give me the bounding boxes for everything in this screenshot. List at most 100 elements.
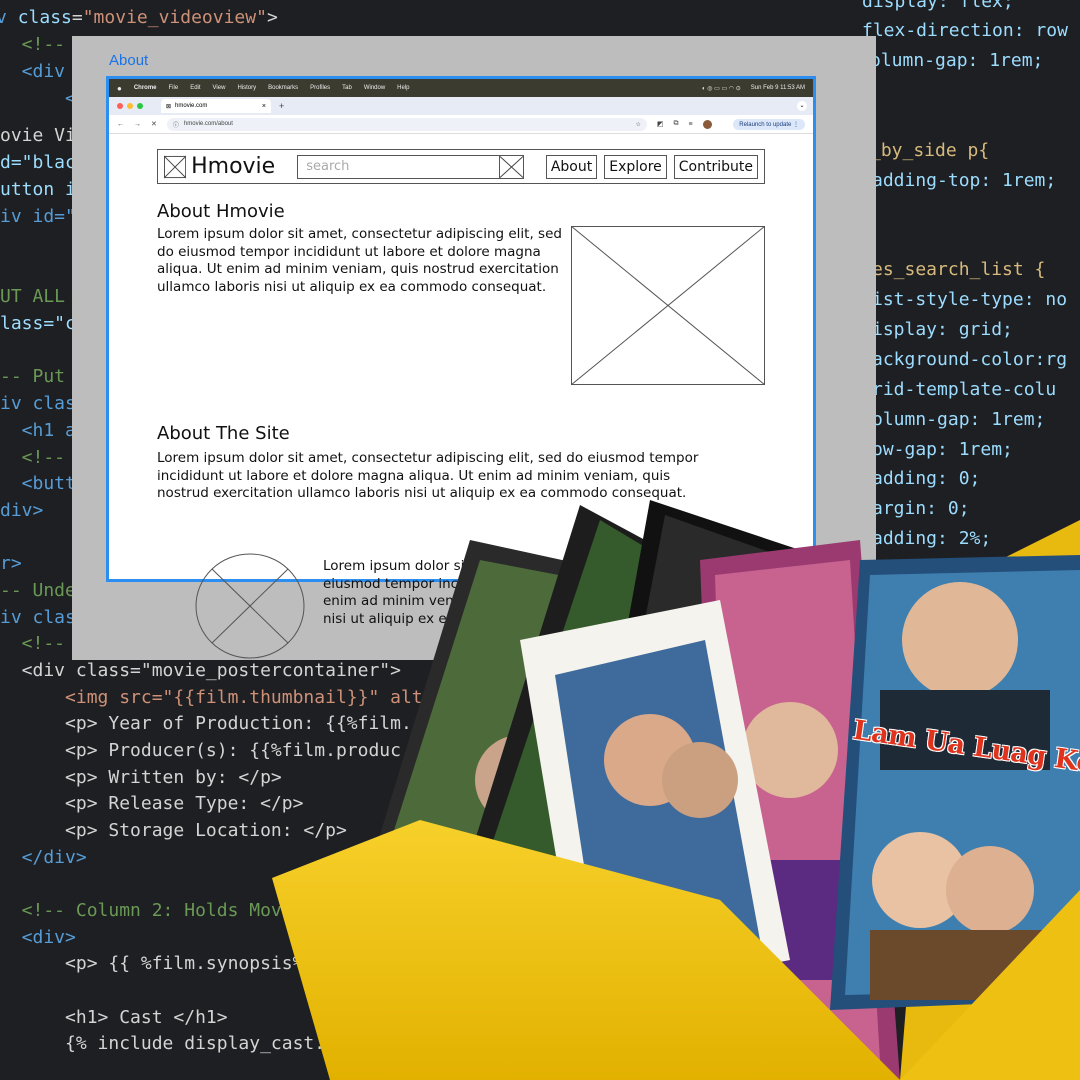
code-line: display: flex; xyxy=(862,0,1014,12)
envelope-back xyxy=(900,520,1080,1080)
code-line: iv id=" xyxy=(0,206,76,227)
tab-search-chevron-icon[interactable]: ⌄ xyxy=(797,101,807,111)
menubar-app-name[interactable]: Chrome xyxy=(134,85,157,91)
code-line: {% include display_cast.ht xyxy=(0,1033,347,1054)
poster-headline: Lam Ua Luag Kom Dhau xyxy=(851,714,1080,796)
envelope-flap xyxy=(900,890,1080,1080)
menu-file[interactable]: File xyxy=(169,85,179,91)
menu-view[interactable]: View xyxy=(213,85,226,91)
code-line: olumn-gap: 1rem; xyxy=(870,50,1044,71)
code-line: -- Put xyxy=(0,366,66,387)
code-line: adding: 0; xyxy=(872,468,981,489)
code-line: <!-- xyxy=(0,447,66,468)
section-title-about-site: About The Site xyxy=(157,423,290,444)
code-line: iv clas xyxy=(0,607,76,628)
code-line: div> xyxy=(0,500,44,521)
favicon-icon: ⊠ xyxy=(166,103,172,110)
back-arrow-icon[interactable]: ← xyxy=(117,121,124,128)
code-line: <div class="movie_postercontainer"> xyxy=(0,660,401,681)
browser-tabstrip: ⊠ hmovie.com × + ⌄ xyxy=(109,97,813,115)
code-line: UT ALL xyxy=(0,286,66,307)
code-line: -- Unde xyxy=(0,580,76,601)
code-line: <p> Year of Production: {{%film. xyxy=(0,713,412,734)
site-brand[interactable]: Hmovie xyxy=(191,154,275,179)
nav-explore-button[interactable]: Explore xyxy=(604,154,667,179)
code-line: <!-- Column 2: Holds Movi xyxy=(0,900,293,921)
nav-about-button[interactable]: About xyxy=(545,154,598,179)
code-line: adding: 2%; xyxy=(872,528,992,549)
site-navbar: Hmovie About Explore Contribute xyxy=(157,149,765,184)
menu-window[interactable]: Window xyxy=(364,85,385,91)
close-window-icon[interactable] xyxy=(117,103,123,109)
apple-icon[interactable]: ● xyxy=(117,84,122,93)
close-tab-icon[interactable]: × xyxy=(262,103,266,110)
code-line: olumn-gap: 1rem; xyxy=(872,409,1046,430)
code-line: ovie Vi xyxy=(0,125,76,146)
extensions-icon[interactable]: ⧉ xyxy=(674,120,679,128)
code-line: <div> xyxy=(0,927,76,948)
wireframe-panel: About ● Chrome File Edit View History Bo… xyxy=(72,36,876,660)
code-line: <butt xyxy=(0,473,76,494)
profile-avatar[interactable] xyxy=(702,119,712,129)
section-body-text: Lorem ipsum dolor sit amet, consectetur … xyxy=(157,226,562,295)
site-info-icon[interactable]: ⓘ xyxy=(173,120,179,129)
browser-tab[interactable]: ⊠ hmovie.com × xyxy=(161,99,271,113)
code-line: argin: 0; xyxy=(872,498,970,519)
reading-list-icon[interactable]: ≡ xyxy=(689,121,693,128)
section-body-text: Lorem ipsum dolor sit amet, consectetur … xyxy=(157,450,699,501)
search-input[interactable] xyxy=(298,159,519,174)
menubar-status: ◐ ◎ ▭ ▭ ◠ ⊙ Sun Feb 9 11:53 AM xyxy=(702,85,805,92)
frame-label: About xyxy=(109,52,149,69)
code-editor-right: display: flex; flex-direction: row olumn… xyxy=(860,0,1080,580)
image-placeholder-icon xyxy=(571,226,765,385)
search-button-icon[interactable] xyxy=(498,155,523,178)
code-line: isplay: grid; xyxy=(872,319,1013,340)
code-line: <h1> Cast </h1> xyxy=(0,1007,228,1028)
code-line: <h1 a xyxy=(0,420,76,441)
translate-icon[interactable]: ◩ xyxy=(657,120,664,128)
code-line: flex-direction: row xyxy=(862,20,1068,41)
menubar-clock[interactable]: Sun Feb 9 11:53 AM xyxy=(751,85,805,92)
code-line: ackground-color:rg xyxy=(872,349,1068,370)
section-title-about-hmovie: About Hmovie xyxy=(157,201,285,222)
tab-title: hmovie.com xyxy=(175,103,208,109)
code-line: es_search_list { xyxy=(872,259,1046,280)
menu-help[interactable]: Help xyxy=(397,85,409,91)
site-page: Hmovie About Explore Contribute About Hm… xyxy=(109,149,813,503)
address-bar[interactable]: ⓘ hmovie.com/about ☆ xyxy=(166,117,647,131)
code-line: <p> Producer(s): {{%film.produc xyxy=(0,740,401,761)
menu-bookmarks[interactable]: Bookmarks xyxy=(268,85,298,91)
code-line: lass="c xyxy=(0,313,76,334)
poster-card xyxy=(520,600,790,1000)
address-text: hmovie.com/about xyxy=(183,121,233,127)
code-line: utton i xyxy=(0,179,76,200)
code-line: <p> Storage Location: </p> xyxy=(0,820,347,841)
macos-menubar: ● Chrome File Edit View History Bookmark… xyxy=(109,79,813,97)
menu-history[interactable]: History xyxy=(237,85,256,91)
stop-icon[interactable]: ✕ xyxy=(151,120,157,128)
code-line: rid-template-colu xyxy=(872,379,1057,400)
code-line: <p> {{ %film.synopsis%} xyxy=(0,953,315,974)
zoom-window-icon[interactable] xyxy=(137,103,143,109)
code-line: <img src="{{film.thumbnail}}" alt xyxy=(0,687,423,708)
relaunch-button[interactable]: Relaunch to update ⋮ xyxy=(733,118,805,130)
forward-arrow-icon[interactable]: → xyxy=(134,121,141,128)
code-line: d="blac xyxy=(0,152,76,173)
code-line: r> xyxy=(0,553,22,574)
browser-toolbar: ← → ✕ ⓘ hmovie.com/about ☆ ◩ ⧉ ≡ Relaunc… xyxy=(109,115,813,134)
nav-contribute-button[interactable]: Contribute xyxy=(673,154,758,179)
bookmark-star-icon[interactable]: ☆ xyxy=(635,121,640,128)
menu-profiles[interactable]: Profiles xyxy=(310,85,330,91)
menu-tab[interactable]: Tab xyxy=(342,85,352,91)
code-line: _by_side p{ xyxy=(870,140,990,161)
new-tab-icon[interactable]: + xyxy=(279,101,284,111)
logo-placeholder-icon[interactable] xyxy=(164,155,187,179)
code-line: v class="movie_videoview"> xyxy=(0,7,278,28)
minimize-window-icon[interactable] xyxy=(127,103,133,109)
code-line: <p> Release Type: </p> xyxy=(0,793,304,814)
section-body-text: Lorem ipsum dolor sit amet, consectetur … xyxy=(323,558,763,627)
menu-edit[interactable]: Edit xyxy=(190,85,200,91)
code-line: ist-style-type: no xyxy=(872,289,1068,310)
status-icons[interactable]: ◐ ◎ ▭ ▭ ◠ ⊙ xyxy=(702,85,741,92)
code-line: iv clas xyxy=(0,393,76,414)
